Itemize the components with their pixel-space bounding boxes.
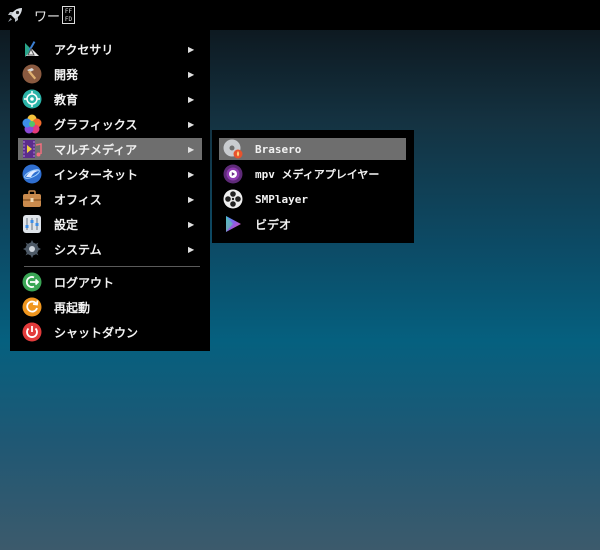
submenu-item-brasero[interactable]: Brasero	[219, 138, 406, 160]
brasero-icon	[223, 139, 243, 159]
education-icon	[22, 89, 42, 109]
menu-item-label: オフィス	[54, 192, 102, 207]
submenu-item-label: mpv メディアプレイヤー	[255, 168, 380, 181]
internet-icon	[22, 164, 42, 184]
menu-item-logout[interactable]: ログアウト	[18, 271, 202, 293]
menu-item-restart[interactable]: 再起動	[18, 296, 202, 318]
missing-glyph-top: FF	[64, 8, 73, 15]
menu-item-settings[interactable]: 設定 ▶	[18, 213, 202, 235]
submenu-item-label: ビデオ	[255, 217, 292, 232]
missing-glyph-bottom: FD	[64, 16, 73, 23]
submenu-arrow-icon: ▶	[188, 194, 195, 204]
submenu-arrow-icon: ▶	[188, 69, 195, 79]
smplayer-icon	[223, 189, 243, 209]
menu-item-label: ログアウト	[54, 275, 115, 290]
submenu-arrow-icon: ▶	[188, 169, 195, 179]
menu-item-label: マルチメディア	[54, 142, 138, 157]
submenu-item-label: SMPlayer	[255, 192, 308, 206]
submenu-item-label: Brasero	[255, 142, 302, 156]
development-icon	[22, 64, 42, 84]
submenu-item-mpv[interactable]: mpv メディアプレイヤー	[219, 163, 406, 185]
submenu-item-smplayer[interactable]: SMPlayer	[219, 188, 406, 210]
submenu-arrow-icon: ▶	[188, 44, 195, 54]
menu-item-education[interactable]: 教育 ▶	[18, 88, 202, 110]
video-icon	[226, 216, 241, 232]
multimedia-submenu: Brasero mpv メディアプレイヤー SMPlayer ビデオ	[212, 130, 414, 243]
missing-glyph-box: FF FD	[62, 6, 76, 24]
menu-item-label: シャットダウン	[54, 325, 139, 340]
menu-item-label: 開発	[54, 67, 79, 82]
menu-item-shutdown[interactable]: シャットダウン	[18, 321, 202, 343]
menu-item-label: インターネット	[54, 167, 139, 182]
menu-item-office[interactable]: オフィス ▶	[18, 188, 202, 210]
system-icon	[23, 240, 41, 258]
mpv-icon	[223, 164, 243, 184]
submenu-arrow-icon: ▶	[188, 219, 195, 229]
workspace-label[interactable]: ワー	[34, 6, 60, 25]
accessories-icon	[25, 41, 39, 57]
office-icon	[23, 190, 41, 207]
menu-item-accessories[interactable]: アクセサリ ▶	[18, 38, 202, 60]
menu-item-internet[interactable]: インターネット ▶	[18, 163, 202, 185]
menu-item-development[interactable]: 開発 ▶	[18, 63, 202, 85]
submenu-arrow-icon: ▶	[188, 244, 195, 254]
settings-icon	[23, 215, 41, 233]
menu-item-label: 教育	[54, 92, 79, 107]
menu-item-label: 再起動	[54, 300, 91, 315]
logout-icon	[22, 272, 42, 292]
rocket-icon[interactable]	[6, 6, 24, 24]
restart-icon	[22, 297, 42, 317]
menu-item-label: システム	[54, 242, 102, 257]
menu-item-label: 設定	[54, 217, 79, 232]
menu-item-system[interactable]: システム ▶	[18, 238, 202, 260]
application-menu: アクセサリ ▶ 開発 ▶ 教育 ▶ グラフィックス ▶ マルチメディア ▶ イン…	[10, 30, 210, 351]
menu-item-label: アクセサリ	[54, 42, 114, 57]
menu-item-label: グラフィックス	[54, 117, 138, 132]
submenu-arrow-icon: ▶	[188, 144, 195, 154]
menu-item-graphics[interactable]: グラフィックス ▶	[18, 113, 202, 135]
menu-item-multimedia[interactable]: マルチメディア ▶	[18, 138, 202, 160]
multimedia-icon	[23, 140, 42, 158]
power-icon	[22, 322, 42, 342]
submenu-item-video[interactable]: ビデオ	[219, 213, 406, 235]
submenu-arrow-icon: ▶	[188, 94, 195, 104]
taskbar: ワー FF FD	[0, 0, 600, 30]
graphics-icon	[22, 114, 42, 134]
submenu-arrow-icon: ▶	[188, 119, 195, 129]
menu-separator	[24, 266, 200, 267]
